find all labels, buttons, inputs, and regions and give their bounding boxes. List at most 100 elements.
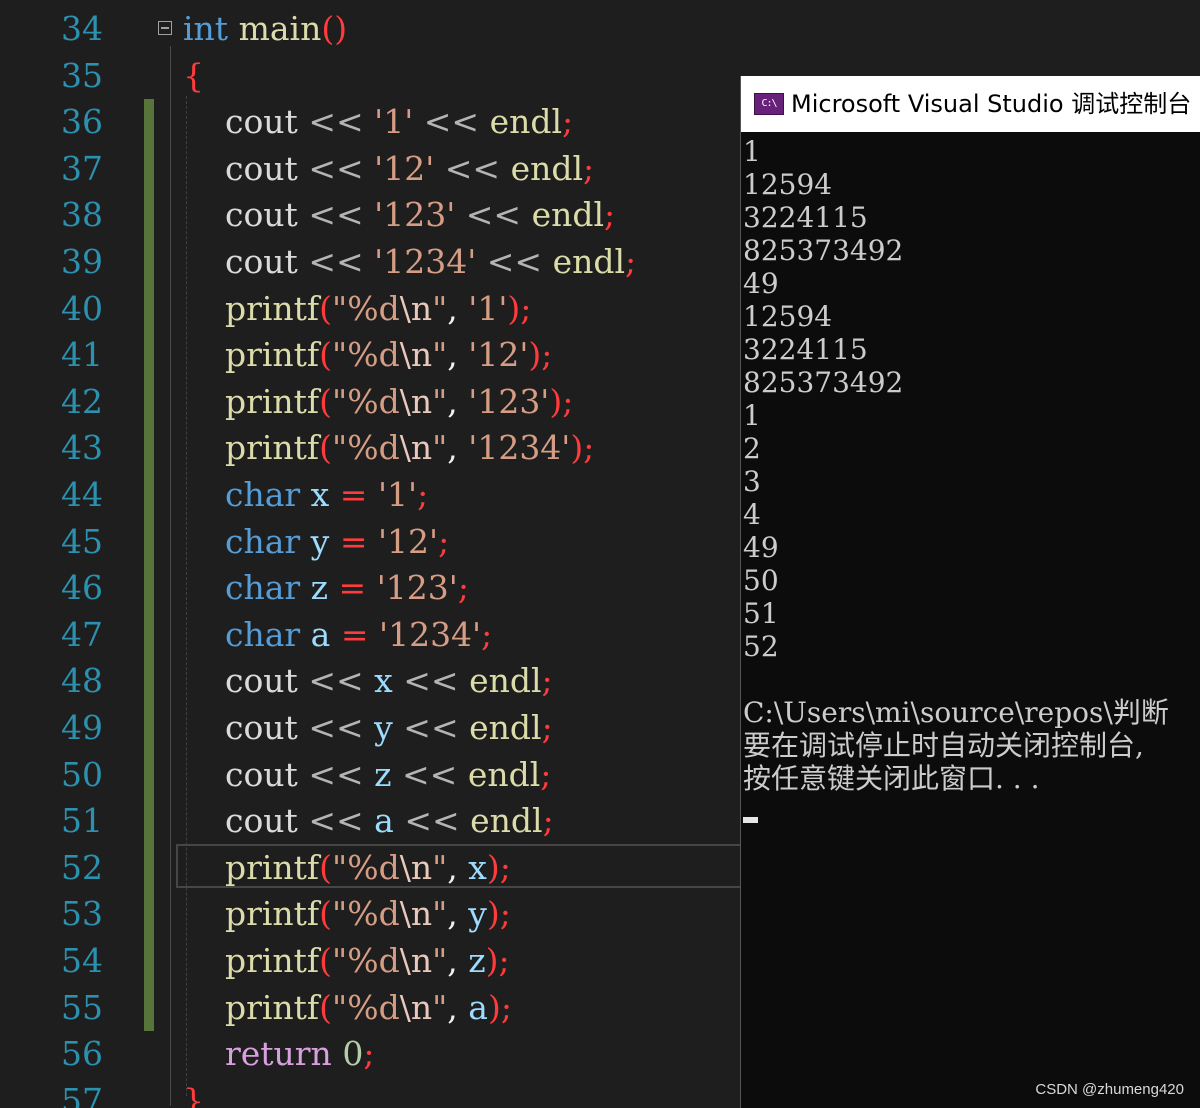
code-line[interactable]: 54 printf("%d\n", z);: [0, 938, 740, 985]
code-token: ;: [540, 754, 552, 794]
code-token: printf: [183, 428, 320, 468]
code-token: main: [238, 9, 322, 48]
code-line[interactable]: 50 cout << z << endl;: [0, 751, 740, 799]
code-token: (: [319, 288, 333, 328]
code-token: ,: [447, 987, 469, 1027]
code-token: ;: [541, 661, 553, 701]
code-token: a: [374, 801, 394, 841]
code-token: cout: [183, 242, 309, 281]
change-marker: [144, 611, 154, 659]
code-token: endl: [459, 801, 543, 841]
code-token: ;: [438, 521, 450, 561]
code-token: <<: [308, 708, 364, 747]
code-token: \n: [399, 428, 433, 468]
code-line[interactable]: 49 cout << y << endl;: [0, 705, 740, 752]
code-line[interactable]: 42 printf("%d\n", '123');: [0, 378, 740, 426]
code-token: ": [432, 847, 448, 887]
code-token: cout: [183, 754, 309, 794]
code-line[interactable]: 45 char y = '12';: [0, 518, 740, 566]
code-text: cout << x << endl;: [183, 658, 553, 705]
code-token: \n: [399, 847, 433, 887]
console-title-bar[interactable]: C:\ Microsoft Visual Studio 调试控制台: [741, 76, 1200, 132]
code-token: <<: [486, 242, 543, 281]
code-line[interactable]: 38 cout << '123' << endl;: [0, 192, 740, 239]
collapse-icon[interactable]: [158, 21, 172, 35]
code-line[interactable]: 47 char a = '1234';: [0, 611, 740, 659]
code-line[interactable]: 35 {: [0, 53, 740, 100]
code-line[interactable]: 48 cout << x << endl;: [0, 658, 740, 705]
line-number: 45: [61, 521, 103, 561]
code-token: ;: [498, 941, 510, 980]
code-token: ,: [447, 847, 469, 887]
code-line[interactable]: 53 printf("%d\n", y);: [0, 891, 740, 938]
code-text: char z = '123';: [183, 565, 469, 612]
change-marker: [144, 285, 154, 333]
code-token: "%d: [332, 941, 400, 980]
code-line[interactable]: 39 cout << '1234' << endl;: [0, 239, 740, 286]
line-number: 50: [61, 754, 103, 794]
change-marker: [144, 938, 154, 985]
code-token: cout: [183, 661, 309, 701]
code-token: =: [339, 475, 368, 514]
code-text: char a = '1234';: [183, 612, 492, 659]
code-token: <<: [308, 661, 364, 701]
code-token: =: [338, 568, 367, 608]
code-token: ;: [541, 335, 553, 375]
code-token: "%d: [332, 894, 400, 934]
code-token: ": [432, 381, 448, 421]
code-line[interactable]: 43 printf("%d\n", '1234');: [0, 425, 740, 472]
code-line[interactable]: 44 char x = '1';: [0, 472, 740, 519]
code-token: ": [432, 335, 448, 375]
code-line[interactable]: 55 printf("%d\n", a);: [0, 984, 740, 1032]
code-token: endl: [521, 195, 605, 235]
code-token: (: [319, 847, 333, 887]
code-line[interactable]: 34 int main(): [0, 6, 740, 53]
change-marker: [144, 518, 154, 566]
code-token: ;: [583, 428, 595, 468]
change-marker: [144, 658, 154, 705]
code-token: char: [183, 521, 301, 561]
code-token: x: [468, 847, 487, 887]
code-editor[interactable]: 34 int main() 35{36 cout << '1' << endl; 37…: [0, 0, 740, 1108]
code-text: cout << '1234' << endl;: [183, 239, 636, 286]
code-line[interactable]: 36 cout << '1' << endl;: [0, 99, 740, 146]
code-line[interactable]: 41 printf("%d\n", '12');: [0, 332, 740, 379]
code-token: =: [340, 614, 369, 654]
code-text: printf("%d\n", '1');: [183, 286, 531, 333]
line-number: 40: [61, 288, 103, 328]
code-text: {: [183, 53, 204, 100]
code-token: ": [432, 987, 448, 1027]
code-line[interactable]: 37 cout << '12' << endl;: [0, 145, 740, 193]
line-number: 47: [61, 614, 103, 654]
code-line[interactable]: 46 char z = '123';: [0, 565, 740, 612]
code-token: ;: [562, 102, 574, 142]
code-token: ;: [457, 568, 469, 608]
code-line[interactable]: 56 return 0;: [0, 1031, 740, 1078]
code-line[interactable]: 51 cout << a << endl;: [0, 798, 740, 845]
code-token: ;: [542, 801, 554, 841]
code-text: printf("%d\n", y);: [183, 891, 511, 938]
code-line[interactable]: 52 printf("%d\n", x);: [0, 844, 740, 892]
code-token: \n: [399, 288, 433, 328]
code-token: ): [485, 941, 499, 980]
code-token: '1': [377, 475, 418, 514]
code-token: ;: [541, 708, 553, 747]
code-token: (: [319, 335, 333, 375]
code-token: ;: [417, 475, 429, 514]
code-token: <<: [465, 195, 522, 235]
code-line[interactable]: 57}: [0, 1078, 740, 1108]
code-text: printf("%d\n", '12');: [183, 332, 552, 379]
code-token: printf: [183, 381, 320, 421]
code-token: '1': [374, 102, 414, 142]
debug-console-window[interactable]: C:\ Microsoft Visual Studio 调试控制台 1 1259…: [740, 76, 1200, 1108]
code-line[interactable]: 40 printf("%d\n", '1');: [0, 285, 740, 333]
